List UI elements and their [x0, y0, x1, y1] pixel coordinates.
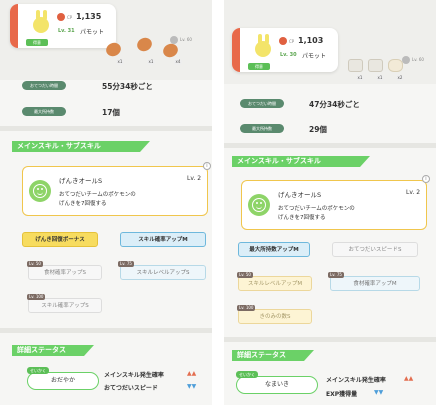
nature-up-effect: メインスキル発生確率 [326, 377, 386, 384]
left-pokemon-panel: CP 1,135 Lv. 31 パモット 得意 x1 x1 x4 Lv. 60 … [0, 0, 212, 405]
main-skill-description: おてつだいチームのポケモンの [59, 192, 136, 198]
info-icon[interactable]: i [422, 175, 430, 183]
max-carry-label: 最大所持数 [240, 124, 284, 133]
help-time-label: おてつだい時間 [22, 81, 66, 90]
cp-label: CP [67, 15, 73, 20]
sub-skill-chip-locked[interactable]: きのみの数S [238, 309, 312, 324]
main-skill-card[interactable]: げんきオールS Lv. 2 おてつだいチームのポケモンの げんきを7回復する [241, 180, 427, 230]
section-heading-skills: メインスキル・サブスキル [12, 141, 150, 152]
unlock-level-badge: Lv. 75 [118, 261, 134, 267]
sub-skill-chip-locked[interactable]: スキルレベルアップM [238, 276, 312, 291]
main-skill-description: おてつだいチームのポケモンの [278, 206, 355, 212]
nature-up-effect: メインスキル発生確率 [104, 372, 164, 379]
sub-skill-chip-locked[interactable]: スキル確率アップS [28, 298, 102, 313]
help-time-label: おてつだい時間 [240, 99, 284, 108]
main-skill-description: げんきを7回復する [59, 201, 107, 207]
down-arrows-icon: ▼▼ [374, 389, 384, 396]
bottle-icon [368, 59, 383, 72]
ingredient-unlock-level: Lv. 60 [412, 57, 424, 62]
unlock-level-badge: Lv. 100 [27, 294, 46, 300]
specialty-tag: 得意 [26, 39, 48, 46]
nature-down-effect: おてつだいスピード [104, 385, 158, 392]
up-arrows-icon: ▲▲ [404, 375, 414, 382]
up-arrows-icon: ▲▲ [187, 370, 197, 377]
ingredient-quantity: x1 [147, 59, 155, 65]
unlock-level-badge: Lv. 75 [328, 272, 344, 278]
max-carry-value: 17個 [102, 108, 120, 117]
right-pokemon-panel: CP 1,103 Lv. 30 パモット 得意 x1 x1 x2 Lv. 60 … [224, 0, 436, 405]
pokemon-card[interactable]: CP 1,103 Lv. 30 パモット 得意 [232, 28, 338, 72]
unlock-level-badge: Lv. 50 [27, 261, 43, 267]
bottle-icon [348, 59, 363, 72]
pokemon-level: Lv. 31 [58, 28, 75, 34]
section-heading-skills: メインスキル・サブスキル [232, 156, 370, 167]
main-skill-level: Lv. 2 [187, 175, 202, 182]
sub-skill-chip-locked[interactable]: スキルレベルアップS [120, 265, 206, 280]
main-skill-card[interactable]: げんきオールS Lv. 2 おてつだいチームのポケモンの げんきを7回復する [22, 166, 208, 216]
cp-icon [279, 37, 287, 45]
ingredient-quantity: x1 [116, 59, 124, 65]
ingredient-quantity: x2 [396, 75, 404, 81]
specialty-tag: 得意 [248, 63, 270, 70]
max-carry-value: 29個 [309, 125, 327, 134]
nature-label: せいかく [236, 371, 258, 378]
main-skill-emblem-icon [248, 194, 270, 216]
divider [224, 337, 436, 342]
section-heading-detail: 詳細ステータス [12, 345, 94, 356]
sub-skill-chip[interactable]: おてつだいスピードS [332, 242, 418, 257]
card-accent-strip [10, 4, 18, 48]
lock-icon [170, 36, 178, 44]
sub-skill-chip-locked[interactable]: 食材確率アップS [28, 265, 102, 280]
cp-label: CP [289, 39, 295, 44]
ingredient-unlock-level: Lv. 60 [180, 37, 192, 42]
ingredient-quantity: x1 [376, 75, 384, 81]
unlock-level-badge: Lv. 50 [237, 272, 253, 278]
pokemon-icon [28, 10, 54, 36]
section-heading-detail: 詳細ステータス [232, 350, 314, 361]
main-skill-name: げんきオールS [59, 177, 103, 185]
nature-pill[interactable]: おだやか [27, 372, 99, 390]
max-carry-label: 最大所持数 [22, 107, 66, 116]
main-skill-emblem-icon [29, 180, 51, 202]
pokemon-icon [250, 34, 276, 60]
sub-skill-chip[interactable]: スキル確率アップM [120, 232, 206, 247]
cp-value: 1,135 [76, 12, 102, 21]
main-skill-name: げんきオールS [278, 191, 322, 199]
nature-down-effect: EXP獲得量 [326, 391, 358, 398]
info-icon[interactable]: i [203, 162, 211, 170]
sub-skill-chip[interactable]: げんき回復ボーナス [22, 232, 98, 247]
main-skill-level: Lv. 2 [406, 189, 421, 196]
cp-icon [57, 13, 65, 21]
lock-icon [402, 56, 410, 64]
sack-icon [388, 59, 403, 72]
down-arrows-icon: ▼▼ [187, 383, 197, 390]
pokemon-level: Lv. 30 [280, 52, 297, 58]
divider [0, 328, 212, 333]
divider [0, 126, 212, 131]
nature-label: せいかく [27, 367, 49, 374]
ingredient-quantity: x1 [356, 75, 364, 81]
sub-skill-chip-locked[interactable]: 食材確率アップM [330, 276, 420, 291]
cp-value: 1,103 [298, 36, 324, 45]
pokemon-card[interactable]: CP 1,135 Lv. 31 パモット 得意 [10, 4, 116, 48]
pokemon-name: パモット [302, 53, 327, 60]
pokemon-name: パモット [80, 29, 105, 36]
divider [224, 143, 436, 148]
help-time-value: 47分34秒ごと [309, 100, 360, 109]
panel-gap [212, 0, 224, 405]
ingredient-quantity: x4 [174, 59, 182, 65]
unlock-level-badge: Lv. 100 [237, 305, 256, 311]
help-time-value: 55分34秒ごと [102, 82, 153, 91]
sub-skill-chip[interactable]: 最大所持数アップM [238, 242, 310, 257]
nature-pill[interactable]: なまいき [236, 376, 318, 394]
card-accent-strip [232, 28, 240, 72]
main-skill-description: げんきを7回復する [278, 215, 326, 221]
